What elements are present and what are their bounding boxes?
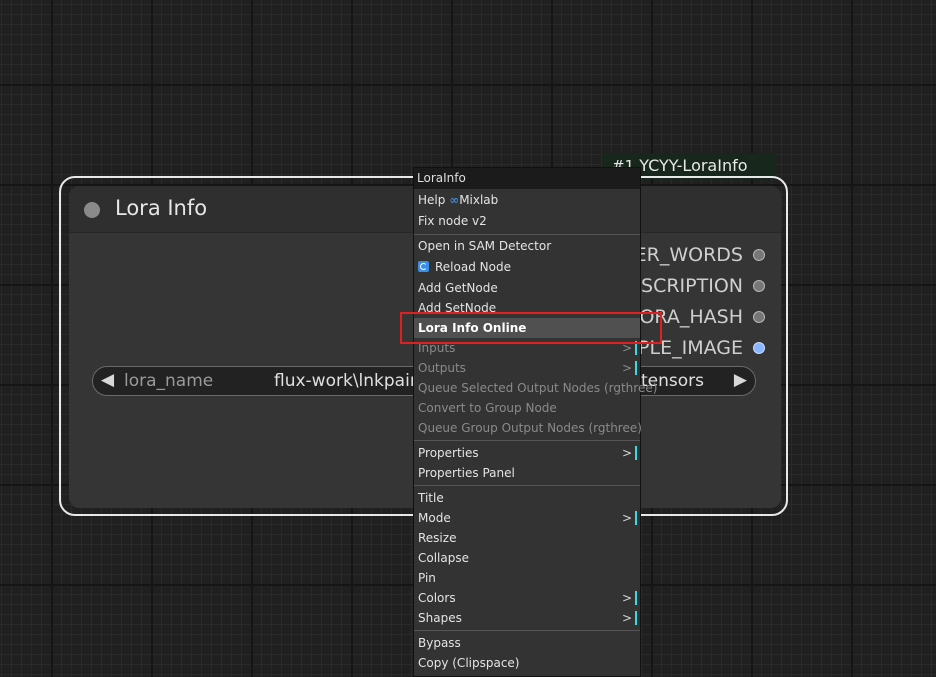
output-dot-icon[interactable] (753, 249, 765, 261)
arrow-right-icon[interactable]: ▶ (734, 370, 747, 390)
reload-label: Reload Node (435, 260, 511, 274)
reload-icon (418, 261, 429, 272)
output-dot-icon[interactable] (753, 280, 765, 292)
output-dot-icon[interactable] (753, 342, 765, 354)
help-label: Help (418, 193, 446, 207)
properties-label: Properties (418, 446, 479, 460)
menu-item-queue-group: Queue Group Output Nodes (rgthree) (418, 421, 642, 435)
menu-item-resize[interactable]: Resize (414, 528, 640, 548)
arrow-left-icon[interactable]: ◀ (101, 370, 114, 390)
menu-item-colors[interactable]: Colors > (414, 588, 640, 608)
menu-item-open-sam[interactable]: Open in SAM Detector (414, 236, 640, 256)
outputs-label: Outputs (418, 361, 466, 375)
submenu-arrow-icon: > (622, 511, 637, 525)
menu-item-reload-node[interactable]: Reload Node (414, 257, 640, 277)
menu-item-shapes[interactable]: Shapes > (414, 608, 640, 628)
submenu-arrow-icon: > (622, 591, 637, 605)
combo-value: flux-work\lnkpain (274, 371, 421, 391)
menu-item-add-getnode[interactable]: Add GetNode (414, 278, 640, 298)
menu-item-collapse[interactable]: Collapse (414, 548, 640, 568)
menu-divider (414, 440, 640, 441)
output-slot-trigger-words[interactable]: SER_WORDS (623, 243, 765, 267)
menu-item-mode[interactable]: Mode > (414, 508, 640, 528)
mixlab-label: Mixlab (459, 193, 499, 207)
menu-item-queue-selected: Queue Selected Output Nodes (rgthree) (418, 381, 658, 395)
submenu-arrow-icon: > (622, 611, 637, 625)
menu-item-help-mixlab[interactable]: Help ∞Mixlab (414, 190, 640, 210)
menu-item-bypass[interactable]: Bypass (414, 633, 640, 653)
submenu-arrow-icon: > (622, 446, 637, 460)
menu-item-fix-node[interactable]: Fix node v2 (414, 211, 640, 231)
context-menu: LoraInfo Help ∞Mixlab Fix node v2 Open i… (413, 167, 658, 677)
infinity-icon: ∞ (449, 193, 460, 207)
menu-divider (414, 630, 640, 631)
menu-item-copy-clipspace[interactable]: Copy (Clipspace) (414, 653, 640, 673)
output-label: ESCRIPTION (629, 275, 743, 297)
menu-title: LoraInfo (414, 168, 640, 189)
submenu-arrow-icon: > (622, 361, 637, 375)
mode-label: Mode (418, 511, 451, 525)
menu-divider (414, 234, 640, 235)
menu-item-title[interactable]: Title (414, 488, 640, 508)
menu-item-outputs: Outputs > (414, 358, 640, 378)
colors-label: Colors (418, 591, 456, 605)
menu-divider (414, 485, 640, 486)
menu-item-properties-panel[interactable]: Properties Panel (414, 463, 640, 483)
shapes-label: Shapes (418, 611, 462, 625)
highlight-annotation-box (400, 312, 662, 344)
output-dot-icon[interactable] (753, 311, 765, 323)
node-class-title: YCYY-LoraInfo (639, 156, 748, 175)
combo-label: lora_name (124, 371, 214, 391)
menu-item-convert-group: Convert to Group Node (418, 401, 557, 415)
output-slot-description[interactable]: ESCRIPTION (629, 274, 765, 298)
menu-item-pin[interactable]: Pin (414, 568, 640, 588)
node-title: Lora Info (115, 196, 208, 220)
collapse-dot-icon[interactable] (84, 202, 100, 218)
menu-item-properties[interactable]: Properties > (414, 443, 640, 463)
